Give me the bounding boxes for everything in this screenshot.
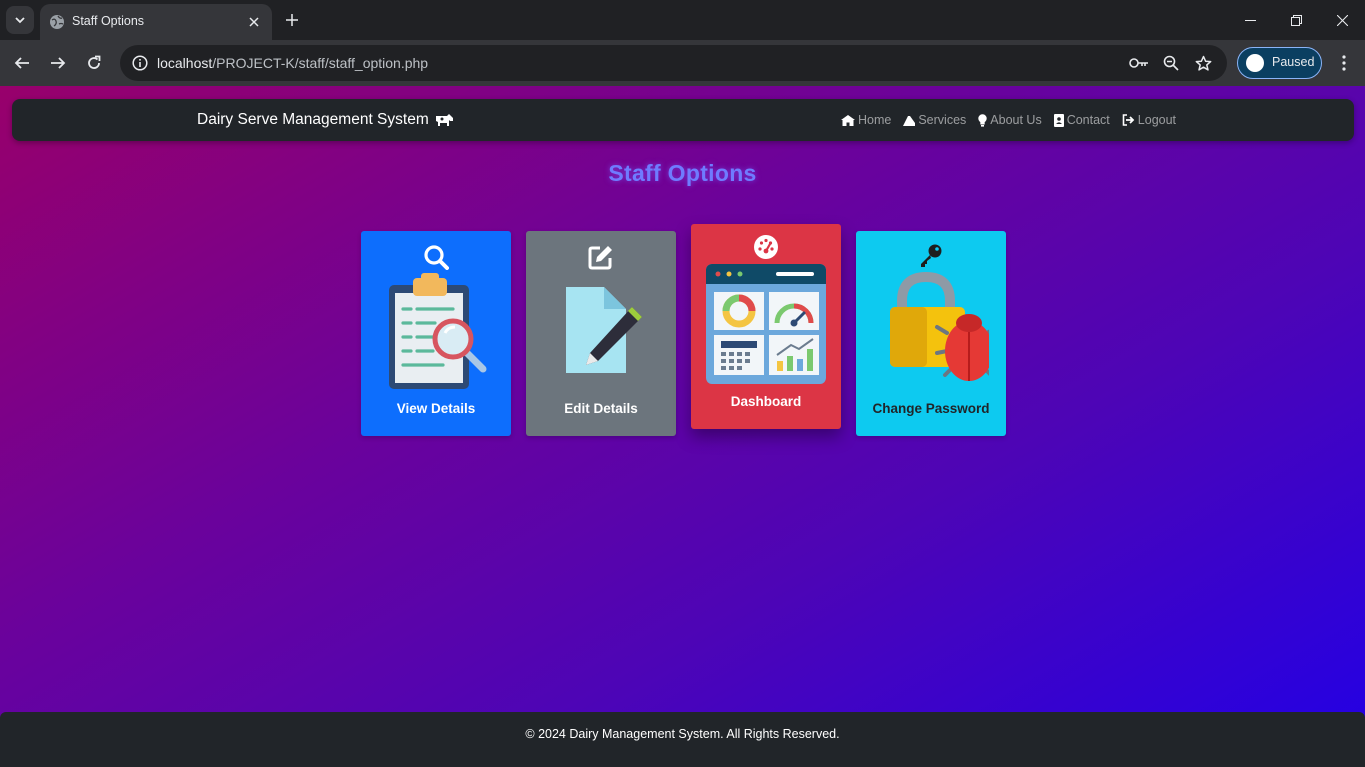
arrow-right-icon [51, 57, 66, 69]
zoom-out-icon [1163, 55, 1179, 71]
tab-search-button[interactable] [6, 6, 34, 34]
page-title: Staff Options [608, 160, 757, 186]
site-navbar: Dairy Serve Management System Home Servi… [12, 99, 1354, 141]
nav-link-home[interactable]: Home [841, 113, 891, 127]
browser-tab-bar: Staff Options [0, 0, 1365, 40]
copyright-text: © 2024 Dairy Management System. All Righ… [525, 727, 840, 741]
nav-link-services[interactable]: Services [903, 113, 966, 127]
nav-link-label: Services [918, 113, 967, 127]
forward-button[interactable] [44, 49, 72, 77]
url-text: localhost/PROJECT-K/staff/staff_option.p… [157, 55, 428, 71]
lightbulb-icon [978, 113, 987, 127]
card-label: Edit Details [564, 401, 638, 416]
home-icon [841, 114, 855, 126]
close-icon [249, 17, 259, 27]
browser-toolbar: localhost/PROJECT-K/staff/staff_option.p… [0, 40, 1365, 86]
nav-link-label: Contact [1066, 113, 1110, 127]
nav-link-contact[interactable]: Contact [1053, 113, 1110, 127]
restore-icon [1290, 14, 1302, 26]
logout-icon [1122, 114, 1135, 126]
tachometer-icon [691, 234, 841, 260]
close-icon [1336, 14, 1348, 26]
key-icon [856, 243, 1006, 269]
close-window-button[interactable] [1319, 5, 1365, 35]
edit-icon [526, 244, 676, 270]
password-key-button[interactable] [1126, 50, 1152, 76]
globe-icon [50, 15, 64, 29]
search-icon [361, 244, 511, 270]
card-label: Change Password [872, 401, 990, 416]
zoom-button[interactable] [1158, 50, 1184, 76]
reload-button[interactable] [80, 49, 108, 77]
reload-icon [88, 55, 101, 69]
url-path: /PROJECT-K/staff/staff_option.php [212, 55, 429, 71]
dashboard-illustration [691, 263, 841, 385]
close-tab-button[interactable] [244, 12, 264, 32]
new-tab-button[interactable] [280, 8, 304, 32]
arrow-left-icon [14, 57, 29, 69]
padlock-bug-illustration [856, 271, 1006, 387]
nav-link-logout[interactable]: Logout [1122, 113, 1176, 127]
bookmark-button[interactable] [1190, 50, 1216, 76]
minimize-button[interactable] [1227, 5, 1273, 35]
view-details-card[interactable]: View Details [361, 231, 511, 436]
nav-link-about[interactable]: About Us [978, 113, 1042, 127]
contact-icon [1053, 113, 1064, 127]
address-bar[interactable]: localhost/PROJECT-K/staff/staff_option.p… [120, 45, 1227, 81]
cow-icon [435, 114, 453, 126]
star-icon [1195, 55, 1211, 71]
tab-title: Staff Options [72, 14, 145, 28]
edit-details-card[interactable]: Edit Details [526, 231, 676, 436]
services-icon [903, 115, 916, 126]
avatar [1246, 54, 1264, 72]
key-icon [1129, 58, 1148, 68]
document-pen-illustration [526, 283, 676, 375]
site-info-button[interactable] [126, 49, 154, 77]
url-host: localhost [157, 55, 213, 71]
change-password-card[interactable]: Change Password [856, 231, 1006, 436]
nav-link-label: Home [858, 113, 892, 127]
back-button[interactable] [8, 49, 36, 77]
nav-link-label: About Us [990, 113, 1042, 127]
dashboard-card[interactable]: Dashboard [691, 224, 841, 429]
chevron-down-icon [15, 17, 25, 24]
plus-icon [286, 14, 298, 26]
card-label: View Details [396, 401, 476, 416]
info-icon [132, 55, 148, 71]
restore-button[interactable] [1273, 5, 1319, 35]
card-label: Dashboard [730, 394, 802, 409]
minimize-icon [1244, 19, 1256, 21]
clipboard-search-illustration [361, 273, 511, 391]
more-vertical-icon [1342, 55, 1346, 71]
page-content: Dairy Serve Management System Home Servi… [0, 86, 1365, 767]
brand-name: Dairy Serve Management System [197, 111, 429, 128]
nav-link-label: Logout [1137, 113, 1177, 127]
profile-button[interactable]: Paused [1237, 47, 1322, 79]
browser-tab[interactable]: Staff Options [40, 4, 272, 40]
site-footer: © 2024 Dairy Management System. All Righ… [0, 712, 1365, 767]
nav-links: Home Services About Us Contact Logout [841, 113, 1176, 127]
navbar-brand[interactable]: Dairy Serve Management System [197, 111, 454, 129]
profile-status: Paused [1272, 55, 1315, 69]
browser-menu-button[interactable] [1332, 49, 1356, 77]
